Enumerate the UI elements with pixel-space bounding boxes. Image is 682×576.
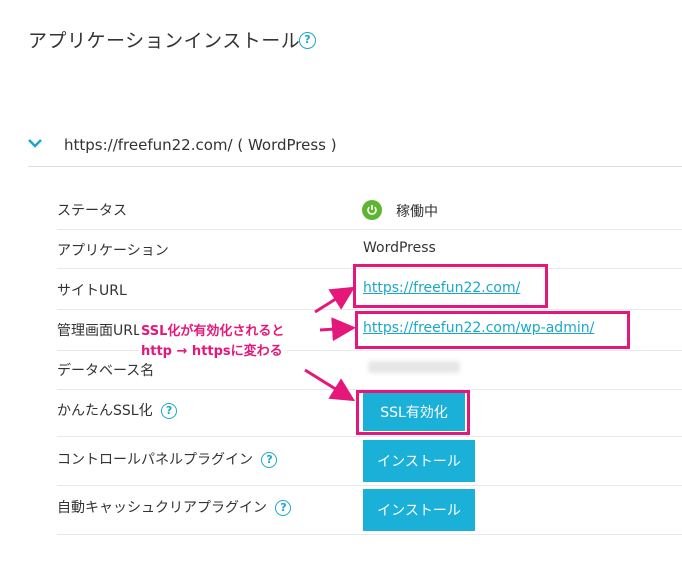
annotation-arrows (304, 286, 356, 402)
annotation-text: SSL化が有効化されると http → httpsに変わる (139, 322, 287, 362)
annotation-line-1: SSL化が有効化されると (141, 324, 285, 339)
annotation-line-2: http → httpsに変わる (141, 344, 283, 359)
